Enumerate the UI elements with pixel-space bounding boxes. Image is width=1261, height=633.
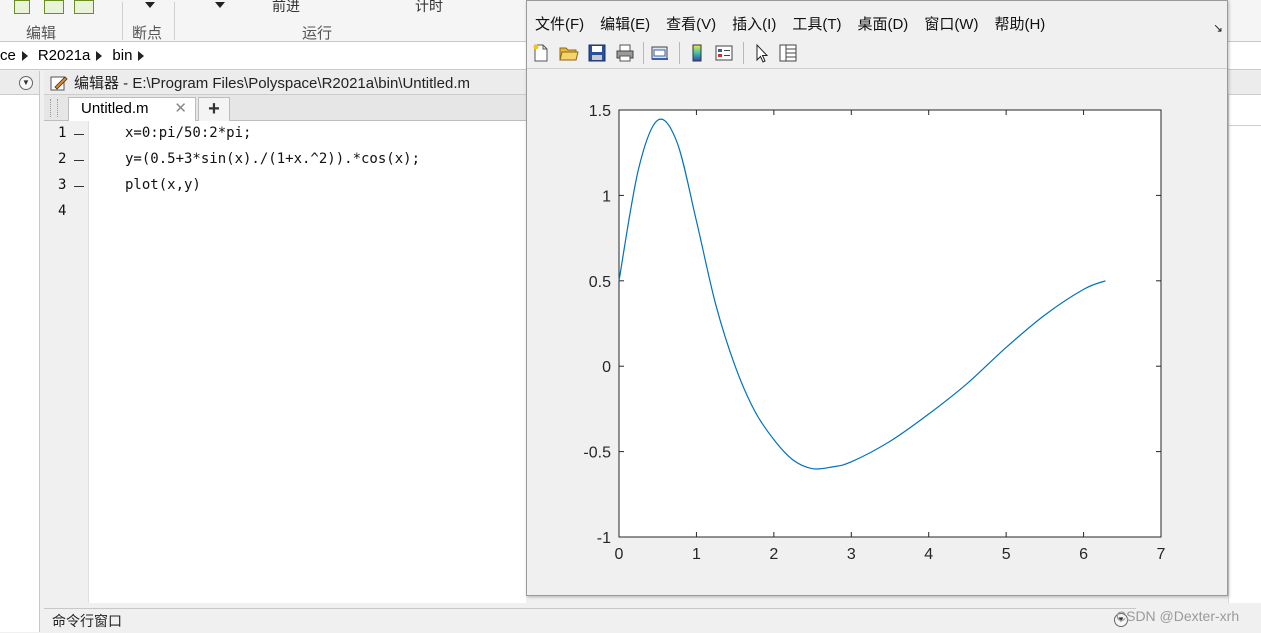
x-tick-label: 4 xyxy=(924,546,933,563)
toolbar-separator xyxy=(679,42,680,64)
breadcrumb-separator-icon[interactable] xyxy=(21,50,28,61)
advance-button[interactable]: 前进 xyxy=(272,0,300,16)
new-tab-button[interactable]: + xyxy=(198,97,230,121)
code-line[interactable]: x=0:pi/50:2*pi; xyxy=(125,125,251,141)
axes[interactable]: 0 1 2 3 4 5 6 7 -1 -0.5 0 0.5 1 1.5 xyxy=(583,103,1165,563)
ribbon-icon-indent[interactable] xyxy=(14,0,30,14)
code-line[interactable]: plot(x,y) xyxy=(125,177,201,193)
menu-view[interactable]: 查看(V) xyxy=(666,13,716,34)
y-tick-label: 1 xyxy=(602,188,611,205)
breadcrumb-item[interactable]: ce xyxy=(0,47,16,64)
x-tick-label: 2 xyxy=(769,546,778,563)
legend-icon[interactable] xyxy=(714,43,734,63)
menu-tools[interactable]: 工具(T) xyxy=(792,13,841,34)
toolbar-separator xyxy=(743,42,744,64)
menu-file[interactable]: 文件(F) xyxy=(535,13,584,34)
dock-figure-icon[interactable]: ↘ xyxy=(1213,21,1223,35)
line-number: 2 xyxy=(58,151,67,167)
run-dropdown-icon[interactable] xyxy=(215,2,225,8)
x-tick-label: 6 xyxy=(1079,546,1088,563)
colorbar-icon[interactable] xyxy=(687,43,707,63)
code-editor[interactable]: x=0:pi/50:2*pi; y=(0.5+3*sin(x)./(1+x.^2… xyxy=(89,121,526,603)
plot-area[interactable]: 0 1 2 3 4 5 6 7 -1 -0.5 0 0.5 1 1.5 xyxy=(527,70,1227,595)
link-plot-icon[interactable] xyxy=(650,43,670,63)
breakpoint-marker[interactable] xyxy=(74,160,84,161)
ribbon-divider xyxy=(174,2,175,40)
menu-insert[interactable]: 插入(I) xyxy=(732,13,776,34)
x-tick-label: 3 xyxy=(847,546,856,563)
y-tick-label: 0 xyxy=(602,359,611,376)
panel-actions-icon[interactable]: ▼ xyxy=(19,76,33,90)
x-tick-label: 1 xyxy=(692,546,701,563)
menu-edit[interactable]: 编辑(E) xyxy=(600,13,650,34)
open-file-icon[interactable] xyxy=(559,43,579,63)
tab-label: Untitled.m xyxy=(81,100,149,117)
toolbar-separator xyxy=(643,42,644,64)
new-figure-icon[interactable] xyxy=(531,43,551,63)
figure-toolbar xyxy=(527,37,1227,69)
editor-pencil-icon xyxy=(50,75,68,90)
workspace-panel-edge xyxy=(1228,95,1261,603)
run-and-time-button[interactable]: 计时 xyxy=(415,0,443,16)
line-number: 4 xyxy=(58,203,67,219)
line-number: 3 xyxy=(58,177,67,193)
code-line[interactable]: y=(0.5+3*sin(x)./(1+x.^2)).*cos(x); xyxy=(125,151,420,167)
ribbon-divider xyxy=(122,2,123,40)
ribbon-section-edit: 编辑 xyxy=(26,25,57,42)
editor-title: 编辑器 - E:\Program Files\Polyspace\R2021a\… xyxy=(74,75,470,92)
y-tick-label: 0.5 xyxy=(589,274,611,291)
breadcrumb-separator-icon[interactable] xyxy=(96,50,103,61)
breadcrumb-separator-icon[interactable] xyxy=(138,50,145,61)
tab-grip-icon[interactable] xyxy=(50,99,58,117)
current-folder-panel: ▼ xyxy=(0,71,40,632)
pointer-icon[interactable] xyxy=(751,43,771,63)
close-tab-icon[interactable]: ✕ xyxy=(174,98,187,120)
menu-desktop[interactable]: 桌面(D) xyxy=(857,13,908,34)
y-tick-label: 1.5 xyxy=(589,103,611,120)
line-number-gutter: 1 2 3 4 xyxy=(44,121,89,603)
ribbon-section-breakpoints: 断点 xyxy=(132,25,163,42)
ribbon-icon-wrap[interactable] xyxy=(74,0,94,14)
y-tick-label: -1 xyxy=(597,530,611,547)
x-tick-label: 7 xyxy=(1157,546,1166,563)
breadcrumb-item[interactable]: bin xyxy=(112,47,132,64)
axes-box xyxy=(618,109,1162,538)
y-tick-label: -0.5 xyxy=(583,445,611,462)
menu-help[interactable]: 帮助(H) xyxy=(994,13,1045,34)
command-window-label: 命令行窗口 xyxy=(52,613,122,629)
command-window-header: 命令行窗口 xyxy=(44,608,1136,632)
line-number: 1 xyxy=(58,125,67,141)
breakpoints-dropdown-icon[interactable] xyxy=(145,2,155,8)
print-icon[interactable] xyxy=(615,43,635,63)
breadcrumb-item[interactable]: R2021a xyxy=(38,47,91,64)
figure-menu-bar: 文件(F) 编辑(E) 查看(V) 插入(I) 工具(T) 桌面(D) 窗口(W… xyxy=(527,9,1227,37)
ribbon-section-run: 运行 xyxy=(302,25,333,42)
breakpoint-marker[interactable] xyxy=(74,134,84,135)
menu-window[interactable]: 窗口(W) xyxy=(924,13,978,34)
breakpoint-marker[interactable] xyxy=(74,186,84,187)
x-tick-label: 0 xyxy=(615,546,624,563)
x-tick-label: 5 xyxy=(1002,546,1011,563)
save-icon[interactable] xyxy=(587,43,607,63)
watermark: CSDN @Dexter-xrh xyxy=(1116,608,1240,624)
ribbon-icon-comment[interactable] xyxy=(44,0,64,14)
figure-window: 文件(F) 编辑(E) 查看(V) 插入(I) 工具(T) 桌面(D) 窗口(W… xyxy=(526,0,1228,596)
property-inspector-icon[interactable] xyxy=(778,43,798,63)
tab-untitled[interactable]: Untitled.m ✕ xyxy=(68,97,196,121)
